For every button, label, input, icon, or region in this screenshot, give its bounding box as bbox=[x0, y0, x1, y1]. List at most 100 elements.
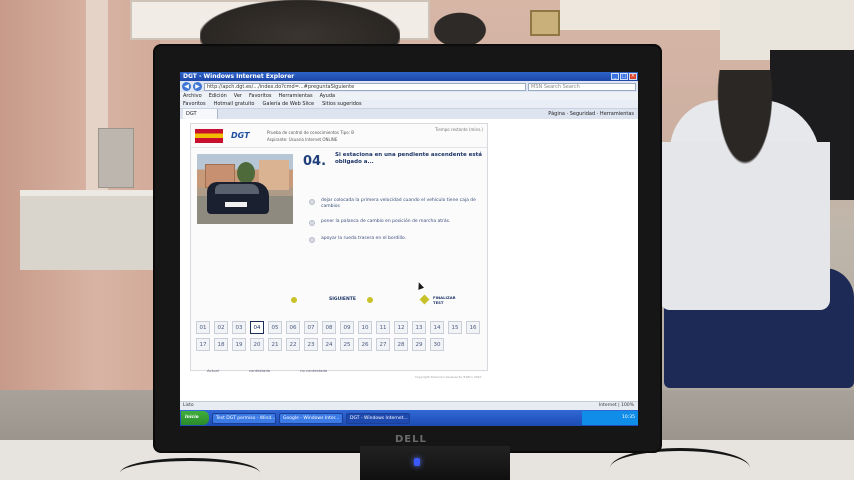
question-cell-07[interactable]: 07 bbox=[304, 321, 318, 334]
question-cell-24[interactable]: 24 bbox=[322, 338, 336, 351]
question-text: Si estaciona en una pendiente ascendente… bbox=[335, 152, 483, 165]
monitor-brand-logo: DELL bbox=[395, 434, 427, 445]
question-cell-11[interactable]: 11 bbox=[376, 321, 390, 334]
cable bbox=[610, 448, 750, 480]
computer-tower bbox=[98, 128, 134, 188]
taskbar-item-active[interactable]: DGT - Windows Internet... bbox=[346, 412, 410, 424]
question-cell-06[interactable]: 06 bbox=[286, 321, 300, 334]
test-info: Prueba de control de conocimientos Tipo:… bbox=[267, 129, 435, 143]
circle-icon bbox=[291, 297, 297, 303]
status-bar: Listo Internet | 100% bbox=[180, 401, 638, 410]
menu-ayuda[interactable]: Ayuda bbox=[320, 92, 335, 100]
wall-sign bbox=[530, 10, 560, 36]
menu-herramientas[interactable]: Herramientas bbox=[279, 92, 313, 100]
legend-answered: contestada bbox=[248, 368, 271, 373]
tab-bar: DGT Página · Seguridad · Herramientas bbox=[180, 109, 638, 119]
question-cell-20[interactable]: 20 bbox=[250, 338, 264, 351]
taskbar: Inicio Test DGT permiso - Wind... Google… bbox=[180, 410, 638, 426]
government-logo bbox=[195, 128, 223, 143]
close-icon[interactable]: × bbox=[629, 73, 637, 80]
question-cell-29[interactable]: 29 bbox=[412, 338, 426, 351]
tab-dgt[interactable]: DGT bbox=[183, 109, 218, 119]
photo-license-plate bbox=[225, 202, 247, 207]
question-cell-30[interactable]: 30 bbox=[430, 338, 444, 351]
zone-zoom[interactable]: Internet | 100% bbox=[599, 402, 634, 410]
url-input[interactable]: http://apch.dgt.es/.../index.do?cmd=...#… bbox=[204, 82, 526, 91]
mouse-cursor-icon bbox=[415, 281, 425, 290]
question-cell-22[interactable]: 22 bbox=[286, 338, 300, 351]
favorites-bar: Favoritos Hotmail gratuito Galería de We… bbox=[180, 100, 638, 109]
forward-icon[interactable]: ▶ bbox=[193, 82, 202, 91]
menu-edicion[interactable]: Edición bbox=[209, 92, 227, 100]
favorite-link[interactable]: Hotmail gratuito bbox=[214, 100, 255, 108]
command-bar[interactable]: Página · Seguridad · Herramientas bbox=[548, 109, 634, 119]
question-cell-18[interactable]: 18 bbox=[214, 338, 228, 351]
test-type: Prueba de control de conocimientos Tipo:… bbox=[267, 129, 355, 135]
window-titlebar: DGT - Windows Internet Explorer _ □ × bbox=[180, 72, 638, 81]
question-grid: 01 02 03 04 05 06 07 08 09 10 11 12 13 14 15 16 17 18 19 2… bbox=[196, 321, 486, 355]
wall-panel bbox=[560, 0, 730, 30]
question-cell-04[interactable]: 04 bbox=[250, 321, 264, 334]
question-cell-16[interactable]: 16 bbox=[466, 321, 480, 334]
answer-option[interactable]: dejar colocada la primera velocidad cuan… bbox=[309, 198, 485, 210]
system-clock: 10:35 bbox=[582, 411, 638, 425]
question-cell-23[interactable]: 23 bbox=[304, 338, 318, 351]
power-led-icon bbox=[414, 458, 420, 466]
start-button[interactable]: Inicio bbox=[181, 411, 209, 425]
next-button[interactable]: SIGUIENTE bbox=[329, 297, 356, 302]
radio-icon[interactable] bbox=[309, 220, 315, 226]
question-cell-25[interactable]: 25 bbox=[340, 338, 354, 351]
menu-ver[interactable]: Ver bbox=[234, 92, 242, 100]
question-cell-03[interactable]: 03 bbox=[232, 321, 246, 334]
maximize-icon[interactable]: □ bbox=[620, 73, 628, 80]
question-cell-09[interactable]: 09 bbox=[340, 321, 354, 334]
question-cell-26[interactable]: 26 bbox=[358, 338, 372, 351]
question-cell-12[interactable]: 12 bbox=[394, 321, 408, 334]
question-cell-02[interactable]: 02 bbox=[214, 321, 228, 334]
answer-option[interactable]: apoyar la rueda trasera en el bordillo. bbox=[309, 236, 485, 243]
finish-test-button[interactable]: FINALIZAR TEST bbox=[433, 295, 463, 305]
question-cell-14[interactable]: 14 bbox=[430, 321, 444, 334]
radio-icon[interactable] bbox=[309, 237, 315, 243]
question-cell-13[interactable]: 13 bbox=[412, 321, 426, 334]
grid-row: 17 18 19 20 21 22 23 24 25 26 27 28 29 30 bbox=[196, 338, 486, 351]
favorite-link[interactable]: Galería de Web Slice bbox=[263, 100, 315, 108]
monitor-screen: DGT - Windows Internet Explorer _ □ × ◀ … bbox=[180, 72, 638, 426]
taskbar-item[interactable]: Test DGT permiso - Wind... bbox=[212, 412, 276, 424]
question-cell-01[interactable]: 01 bbox=[196, 321, 210, 334]
question-photo bbox=[197, 154, 293, 224]
question-cell-17[interactable]: 17 bbox=[196, 338, 210, 351]
radio-icon[interactable] bbox=[309, 199, 315, 205]
menu-favoritos[interactable]: Favoritos bbox=[249, 92, 272, 100]
arrow-icon[interactable] bbox=[367, 297, 373, 303]
search-input[interactable]: MSN Search Search bbox=[528, 82, 636, 91]
grid-legend: Actual contestada no contestada bbox=[207, 368, 327, 373]
finish-icon[interactable] bbox=[419, 294, 430, 305]
question-cell-05[interactable]: 05 bbox=[268, 321, 282, 334]
answer-option[interactable]: poner la palanca de cambio en posición d… bbox=[309, 219, 485, 226]
taskbar-item[interactable]: Google - Windows Inter... bbox=[279, 412, 343, 424]
question-cell-28[interactable]: 28 bbox=[394, 338, 408, 351]
favorites-button[interactable]: Favoritos bbox=[183, 100, 206, 108]
legend-unanswered: no contestada bbox=[300, 368, 328, 373]
question-number: 04. bbox=[303, 154, 327, 169]
test-user: Aspirante: Usuario Internet ONLINE bbox=[267, 136, 338, 142]
question-cell-15[interactable]: 15 bbox=[448, 321, 462, 334]
question-cell-19[interactable]: 19 bbox=[232, 338, 246, 351]
student-right bbox=[660, 70, 830, 310]
question-cell-10[interactable]: 10 bbox=[358, 321, 372, 334]
question-cell-08[interactable]: 08 bbox=[322, 321, 336, 334]
back-icon[interactable]: ◀ bbox=[182, 82, 191, 91]
favorite-link[interactable]: Sitios sugeridos bbox=[322, 100, 361, 108]
time-remaining: Tiempo restante (mins.) bbox=[434, 127, 483, 132]
student-head-background bbox=[430, 10, 490, 50]
photo-car-window bbox=[215, 184, 259, 194]
minimize-icon[interactable]: _ bbox=[611, 73, 619, 80]
answer-text: apoyar la rueda trasera en el bordillo. bbox=[321, 236, 407, 241]
answer-text: dejar colocada la primera velocidad cuan… bbox=[321, 198, 476, 209]
answer-text: poner la palanca de cambio en posición d… bbox=[321, 219, 451, 224]
monitor-stand bbox=[360, 446, 510, 480]
question-cell-21[interactable]: 21 bbox=[268, 338, 282, 351]
question-cell-27[interactable]: 27 bbox=[376, 338, 390, 351]
menu-archivo[interactable]: Archivo bbox=[183, 92, 202, 100]
